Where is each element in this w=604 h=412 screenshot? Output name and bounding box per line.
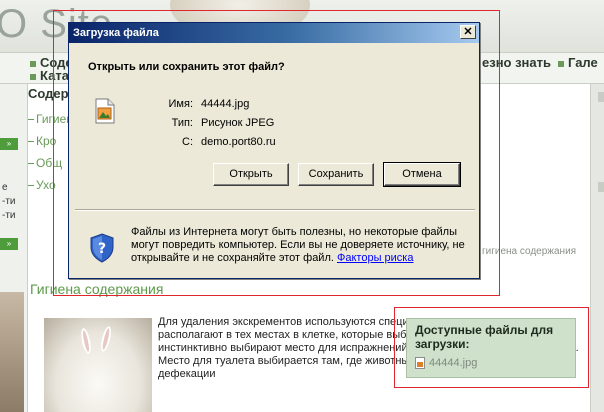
risk-factors-link[interactable]: Факторы риска: [337, 252, 413, 264]
left-fragment: -ти: [2, 196, 16, 207]
file-source-value: demo.port80.ru: [201, 136, 276, 148]
open-button[interactable]: Открыть: [213, 163, 289, 186]
left-go-button-2[interactable]: »: [0, 238, 18, 250]
file-name-value: 44444.jpg: [201, 98, 250, 110]
dialog-title: Загрузка файла: [73, 27, 159, 39]
cancel-button[interactable]: Отмена: [383, 162, 461, 187]
left-go-button[interactable]: »: [0, 138, 18, 150]
nav-item-gallery[interactable]: Гале: [558, 55, 598, 70]
rabbit-ear: [98, 325, 114, 353]
dialog-titlebar[interactable]: Загрузка файла ✕: [69, 23, 479, 43]
image-file-icon: [95, 98, 115, 124]
dialog-question: Открыть или сохранить этот файл?: [88, 61, 285, 73]
rabbit-photo: [44, 318, 152, 412]
file-info: Имя: 44444.jpg Тип: Рисунок JPEG С: demo…: [157, 95, 276, 152]
security-shield-icon: ?: [90, 233, 114, 263]
from-label: С:: [182, 136, 193, 148]
rabbit-ear: [79, 327, 93, 355]
save-button[interactable]: Сохранить: [298, 163, 374, 186]
annotation-rectangle: [394, 307, 589, 388]
type-label: Тип:: [171, 117, 193, 129]
security-warning: Файлы из Интернета могут быть полезны, н…: [131, 226, 471, 265]
warning-text: Файлы из Интернета могут быть полезны, н…: [131, 226, 465, 264]
file-type-value: Рисунок JPEG: [201, 117, 275, 129]
left-fragment: -ти: [2, 210, 16, 221]
svg-text:?: ?: [98, 241, 106, 257]
right-widget-cap: [598, 92, 604, 102]
close-button[interactable]: ✕: [460, 25, 476, 39]
file-download-dialog: Загрузка файла ✕ Открыть или сохранить э…: [68, 22, 480, 279]
right-widget-cap: [598, 182, 604, 192]
dialog-separator: [75, 209, 475, 211]
right-sidebar: [590, 84, 604, 412]
name-label: Имя:: [168, 98, 193, 110]
left-image: [0, 292, 24, 412]
left-fragment: е: [2, 182, 8, 193]
